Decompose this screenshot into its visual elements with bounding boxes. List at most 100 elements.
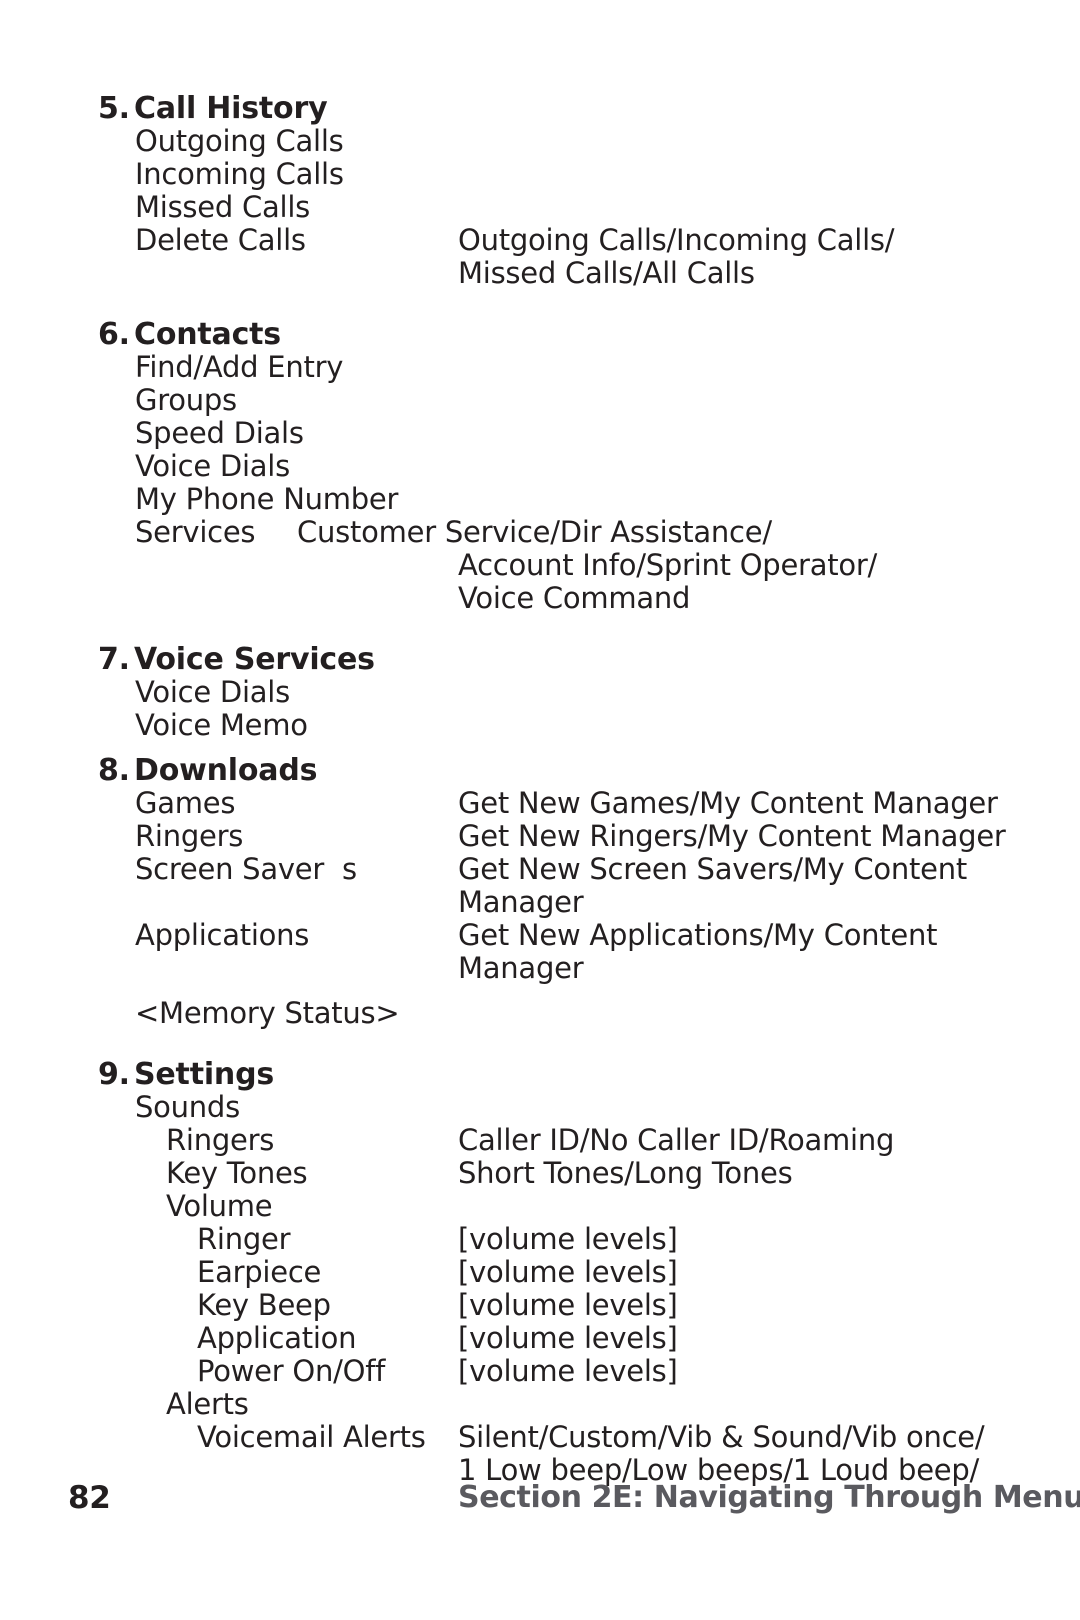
menu-row: Voicemail Alerts Silent/Custom/Vib & Soun… [0, 1421, 1080, 1454]
menu-item-label: Ringers [135, 819, 244, 853]
section-title: Call History [134, 91, 328, 126]
menu-item-options: Get New Games/My Content Manager [458, 786, 998, 820]
menu-item-options: Manager [458, 951, 584, 985]
menu-row: Incoming Calls [0, 158, 1080, 191]
page-footer: 82 Section 2E: Navigating Through Menus [0, 1478, 1080, 1538]
menu-row: Ringers Get New Ringers/My Content Manage… [0, 820, 1080, 853]
menu-row: Alerts [0, 1388, 1080, 1421]
menu-row: My Phone Number [0, 483, 1080, 516]
menu-item-options: [volume levels] [458, 1354, 678, 1388]
menu-item-label: Voice Dials [135, 449, 290, 483]
menu-item-options: Get New Applications/My Content [458, 918, 938, 952]
menu-item-label: Ringers [166, 1123, 275, 1157]
menu-item-options-continuation: Voice Command [0, 582, 1080, 615]
section-title: Contacts [134, 317, 281, 352]
menu-row: Speed Dials [0, 417, 1080, 450]
menu-row: Voice Memo [0, 709, 1080, 742]
section-number: 7. [98, 642, 130, 677]
menu-row: Key Beep [volume levels] [0, 1289, 1080, 1322]
menu-item-label: Alerts [166, 1387, 249, 1421]
menu-item-label: Application [197, 1321, 357, 1355]
menu-item-label: Delete Calls [135, 223, 306, 257]
menu-row: Ringer [volume levels] [0, 1223, 1080, 1256]
menu-item-label: Volume [166, 1189, 273, 1223]
menu-item-label: Power On/Off [197, 1354, 386, 1388]
menu-item-label: Earpiece [197, 1255, 322, 1289]
menu-row: Voice Dials [0, 676, 1080, 709]
menu-item-label: Applications [135, 918, 310, 952]
menu-row: <Memory Status> [0, 997, 1080, 1030]
section-title: Downloads [134, 753, 318, 788]
section-heading: 7. Voice Services [98, 643, 1080, 676]
menu-section: 8. Downloads Games Get New Games/My Content… [0, 754, 1080, 1030]
menu-item-options: [volume levels] [458, 1288, 678, 1322]
menu-item-label: Voicemail Alerts [197, 1420, 426, 1454]
menu-row: Voice Dials [0, 450, 1080, 483]
menu-row: Sounds [0, 1091, 1080, 1124]
menu-item-label: Outgoing Calls [135, 124, 344, 158]
menu-item-options: Get New Ringers/My Content Manager [458, 819, 1006, 853]
menu-row: Groups [0, 384, 1080, 417]
menu-item-label: Incoming Calls [135, 157, 344, 191]
menu-item-options: Caller ID/No Caller ID/Roaming [458, 1123, 895, 1157]
footer-section-title: Section 2E: Navigating Through Menus [458, 1480, 1080, 1515]
menu-item-label: <Memory Status> [135, 996, 400, 1030]
menu-item-label: Groups [135, 383, 237, 417]
menu-section: 7. Voice Services Voice Dials Voice Memo [0, 643, 1080, 742]
menu-item-options: Outgoing Calls/Incoming Calls/ [458, 223, 895, 257]
menu-row: Earpiece [volume levels] [0, 1256, 1080, 1289]
menu-item-label: Key Tones [166, 1156, 308, 1190]
menu-row: Power On/Off [volume levels] [0, 1355, 1080, 1388]
menu-item-label: Key Beep [197, 1288, 331, 1322]
menu-row: Missed Calls [0, 191, 1080, 224]
menu-item-options: Get New Screen Savers/My Content [458, 852, 968, 886]
menu-item-options: Manager [458, 885, 584, 919]
menu-item-label: My Phone Number [135, 482, 399, 516]
section-number: 6. [98, 317, 130, 352]
menu-tree-content: 5. Call History Outgoing Calls Incoming Cal… [0, 92, 1080, 1487]
menu-row: Screen Saver s Get New Screen Savers/My C… [0, 853, 1080, 886]
menu-item-label: Games [135, 786, 236, 820]
menu-item-options: Silent/Custom/Vib & Sound/Vib once/ [458, 1420, 985, 1454]
section-title: Settings [134, 1057, 275, 1092]
menu-item-options-continuation: Manager [0, 886, 1080, 919]
menu-row: Key Tones Short Tones/Long Tones [0, 1157, 1080, 1190]
menu-item-label: Find/Add Entry [135, 350, 344, 384]
menu-item-label: Missed Calls [135, 190, 311, 224]
menu-item-options: [volume levels] [458, 1222, 678, 1256]
section-heading: 9. Settings [98, 1058, 1080, 1091]
menu-item-options: [volume levels] [458, 1255, 678, 1289]
menu-section: 6. Contacts Find/Add Entry Groups Speed Dial… [0, 318, 1080, 615]
menu-item-label: Voice Memo [135, 708, 308, 742]
menu-item-label: Speed Dials [135, 416, 304, 450]
menu-item-label: Voice Dials [135, 675, 290, 709]
section-number: 8. [98, 753, 130, 788]
menu-row: Ringers Caller ID/No Caller ID/Roaming [0, 1124, 1080, 1157]
menu-row: Services Customer Service/Dir Assistance/ [0, 516, 1080, 549]
menu-row: Applications Get New Applications/My Cont… [0, 919, 1080, 952]
section-number: 9. [98, 1057, 130, 1092]
menu-item-options: Short Tones/Long Tones [458, 1156, 793, 1190]
menu-row: Find/Add Entry [0, 351, 1080, 384]
menu-item-options: Missed Calls/All Calls [458, 256, 755, 290]
menu-item-label: Ringer [197, 1222, 291, 1256]
menu-item-label: Sounds [135, 1090, 240, 1124]
menu-item-options: [volume levels] [458, 1321, 678, 1355]
menu-item-options: Customer Service/Dir Assistance/ [297, 515, 772, 549]
menu-row: Outgoing Calls [0, 125, 1080, 158]
section-heading: 8. Downloads [98, 754, 1080, 787]
page-number: 82 [68, 1480, 111, 1516]
menu-row: Application [volume levels] [0, 1322, 1080, 1355]
menu-item-options-continuation: Missed Calls/All Calls [0, 257, 1080, 290]
section-title: Voice Services [134, 642, 375, 677]
section-heading: 6. Contacts [98, 318, 1080, 351]
menu-item-label: Services [135, 515, 256, 549]
menu-row: Volume [0, 1190, 1080, 1223]
menu-section: 9. Settings Sounds Ringers Caller ID/No Call… [0, 1058, 1080, 1487]
section-heading: 5. Call History [98, 92, 1080, 125]
manual-page: 5. Call History Outgoing Calls Incoming Cal… [0, 0, 1080, 1620]
menu-section: 5. Call History Outgoing Calls Incoming Cal… [0, 92, 1080, 290]
